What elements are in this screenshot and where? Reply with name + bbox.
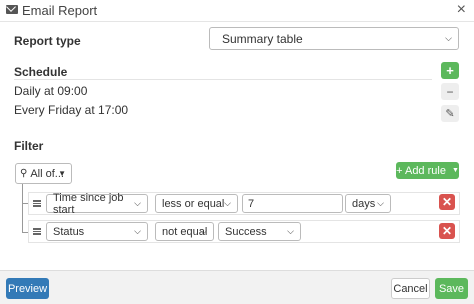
caret-down-icon: ▼ [58, 169, 66, 178]
report-type-value: Summary table [222, 31, 303, 46]
caret-down-icon: ▼ [451, 167, 459, 174]
rule-value-select[interactable]: Success ⌵ [218, 222, 301, 241]
chevron-down-icon: ⌵ [445, 32, 452, 43]
drag-handle-icon[interactable] [33, 228, 41, 235]
rule-field-value: Time since job start [53, 191, 124, 216]
filter-group-select[interactable]: ⚲ All of... ▼ [15, 163, 72, 184]
rule-value-text: Success [225, 225, 267, 238]
save-button[interactable]: Save [435, 278, 468, 299]
rule-field-value: Status [53, 225, 85, 238]
dialog-footer: Preview Cancel Save [0, 270, 474, 304]
rule-unit-value: days [352, 197, 376, 210]
chevron-down-icon: ⌵ [224, 197, 231, 208]
schedule-item-text: Every Friday at 17:00 [14, 103, 129, 117]
add-rule-label: + Add rule [396, 164, 446, 177]
rule-connector [22, 184, 23, 232]
chevron-down-icon: ⌵ [287, 225, 294, 236]
schedule-label: Schedule [14, 65, 68, 79]
drag-handle-icon[interactable] [33, 200, 41, 207]
add-rule-button[interactable]: + Add rule ▼ [396, 162, 459, 179]
delete-rule-button[interactable]: ✕ [439, 194, 455, 210]
report-type-label: Report type [14, 34, 81, 48]
close-icon[interactable]: × [457, 1, 466, 19]
schedule-item[interactable]: Daily at 09:00 [14, 84, 426, 98]
add-schedule-button[interactable]: + [441, 62, 459, 79]
schedule-item-text: Daily at 09:00 [14, 84, 88, 98]
dialog-title: Email Report [22, 3, 98, 18]
envelope-icon [6, 5, 18, 14]
chevron-down-icon: ⌵ [134, 197, 141, 208]
search-icon: ⚲ [20, 168, 28, 179]
filter-label: Filter [14, 139, 44, 153]
rule-unit-select[interactable]: days ⌵ [345, 194, 391, 213]
rule-operator-select[interactable]: not equal ⌵ [155, 222, 214, 241]
rule-field-select[interactable]: Status ⌵ [46, 222, 148, 241]
rule-field-select[interactable]: Time since job start ⌵ [46, 191, 148, 216]
schedule-divider [14, 79, 432, 80]
rule-operator-select[interactable]: less or equal ⌵ [155, 194, 238, 213]
schedule-item[interactable]: Every Friday at 17:00 [14, 103, 426, 117]
rule-operator-value: less or equal [162, 197, 225, 210]
chevron-down-icon: ⌵ [377, 197, 384, 208]
chevron-down-icon: ⌵ [200, 225, 207, 236]
delete-rule-button[interactable]: ✕ [439, 223, 455, 239]
chevron-down-icon: ⌵ [134, 225, 141, 236]
preview-button[interactable]: Preview [6, 278, 49, 299]
remove-schedule-button[interactable]: − [441, 83, 459, 100]
rule-value-input[interactable]: 7 [242, 194, 343, 213]
report-type-select[interactable]: Summary table ⌵ [209, 27, 459, 50]
rule-value-text: 7 [248, 197, 255, 210]
edit-schedule-button[interactable]: ✎ [441, 105, 459, 122]
dialog-titlebar: Email Report × [0, 0, 474, 22]
cancel-button[interactable]: Cancel [391, 278, 430, 299]
